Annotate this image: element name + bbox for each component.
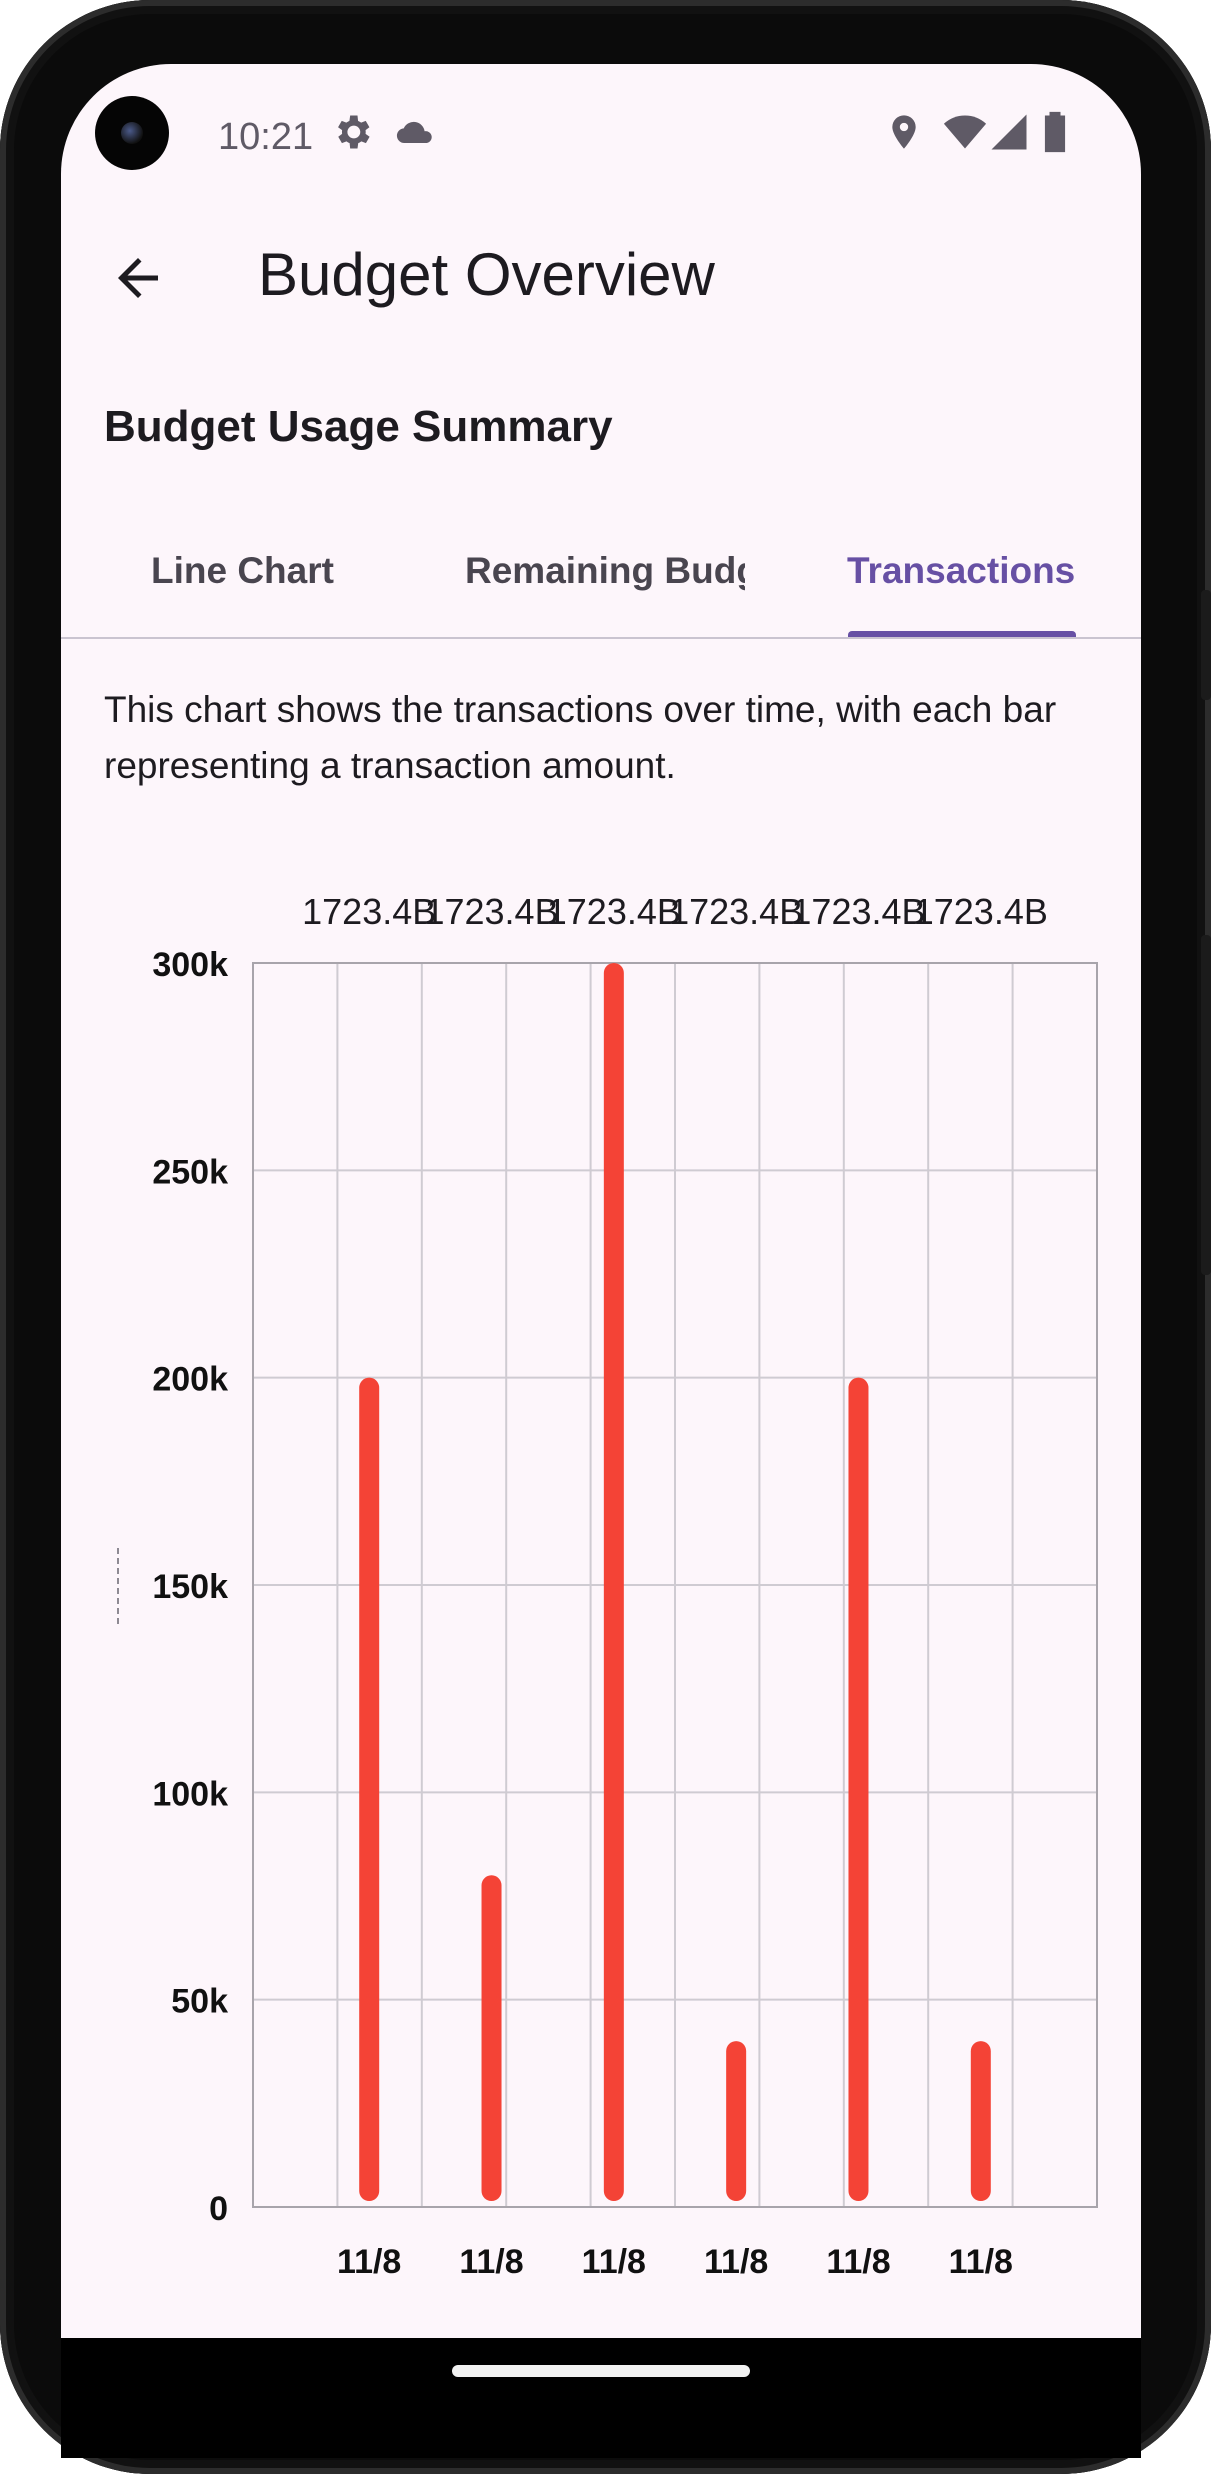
y-tick-label: 200k	[152, 1361, 228, 1399]
x-tick-label: 11/8	[337, 2243, 401, 2281]
x-tick-label: 11/8	[826, 2243, 890, 2281]
y-tick-label: 150k	[152, 1568, 228, 1606]
bar	[848, 1377, 869, 2201]
bar	[603, 963, 624, 2201]
y-tick-label: 100k	[152, 1775, 228, 1813]
bar-top-label: 1723.4B	[791, 891, 925, 932]
navigation-bar	[61, 2338, 1141, 2458]
bar-top-label: 1723.4B	[669, 891, 803, 932]
y-tick-label: 50k	[171, 1983, 228, 2021]
bar-top-label: 1723.4B	[302, 891, 436, 932]
bar-top-label: 1723.4B	[914, 891, 1048, 932]
bar	[481, 1875, 502, 2201]
bar-top-label: 1723.4B	[547, 891, 681, 932]
y-tick-label: 300k	[152, 946, 228, 984]
bar	[970, 2041, 991, 2201]
y-tick-label: 0	[209, 2190, 228, 2228]
x-tick-label: 11/8	[459, 2243, 523, 2281]
bar-top-label: 1723.4B	[424, 891, 558, 932]
x-tick-label: 11/8	[949, 2243, 1013, 2281]
transactions-bar-chart: 0 50k 100k 150k 200k 250k 300k 1723.4B 11/8 1723.…	[152, 891, 1098, 2281]
bar	[726, 2041, 747, 2201]
x-tick-label: 11/8	[582, 2243, 646, 2281]
y-tick-label: 250k	[152, 1153, 228, 1191]
x-tick-label: 11/8	[704, 2243, 768, 2281]
bar	[359, 1377, 380, 2201]
home-gesture-handle[interactable]	[452, 2365, 750, 2377]
